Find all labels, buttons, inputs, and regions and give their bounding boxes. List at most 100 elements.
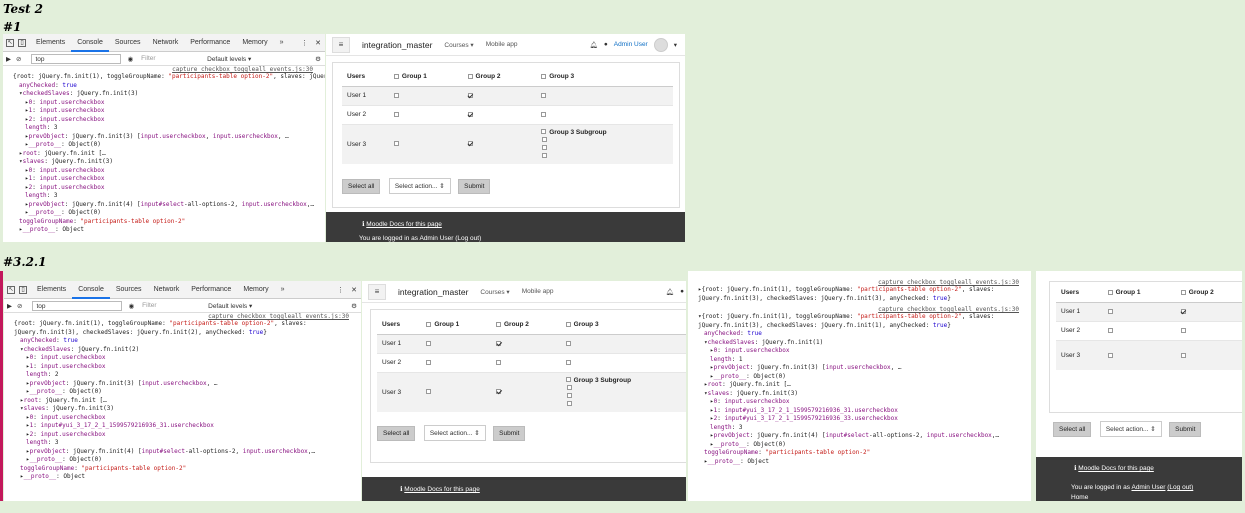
user-group-checkbox[interactable] — [541, 92, 547, 98]
console-line[interactable]: ▸__proto__: Object — [14, 473, 361, 482]
user-group-checkbox[interactable] — [565, 359, 571, 365]
console-line[interactable]: ▸__proto__: Object(0) — [14, 456, 361, 465]
console-line[interactable]: ▸0: input.usercheckbox — [13, 167, 325, 176]
tab-elements[interactable]: Elements — [31, 281, 72, 299]
clear-console-icon[interactable]: ⊘ — [16, 55, 21, 63]
console-line[interactable]: ▾checkedSlaves: jQuery.fn.init(3) — [13, 90, 325, 99]
courses-menu[interactable]: Courses ▾ — [444, 41, 473, 49]
console-line[interactable]: ▸1: input.usercheckbox — [13, 175, 325, 184]
console-line[interactable]: ▸0: input.usercheckbox — [698, 347, 1031, 356]
console-line[interactable]: ▸1: input#yui_3_17_2_1_1599579216936_31.… — [14, 422, 361, 431]
user-group-checkbox[interactable] — [1107, 308, 1113, 314]
console-line[interactable]: ▾{root: jQuery.fn.init(1), toggleGroupNa… — [698, 313, 1031, 322]
user-group-checkbox[interactable] — [393, 111, 399, 117]
logged-user-link[interactable]: Admin User — [1131, 484, 1165, 491]
console-line[interactable]: ▸root: jQuery.fn.init [… — [14, 397, 361, 406]
tab-performance[interactable]: Performance — [185, 281, 237, 299]
menu-icon[interactable]: ≡ — [368, 283, 386, 300]
tab-sources[interactable]: Sources — [109, 34, 147, 52]
user-group-checkbox[interactable] — [426, 359, 432, 365]
user-group-checkbox[interactable] — [1180, 327, 1186, 333]
console-line[interactable]: ▸1: input.usercheckbox — [13, 107, 325, 116]
tab-performance[interactable]: Performance — [184, 34, 236, 52]
user-group-checkbox[interactable] — [496, 359, 501, 365]
context-select[interactable]: top — [31, 53, 122, 64]
close-icon[interactable]: ✕ — [315, 39, 321, 47]
user-group-checkbox[interactable] — [467, 141, 473, 147]
submit-button[interactable]: Submit — [458, 178, 491, 194]
select-all-button[interactable]: Select all — [377, 425, 416, 441]
console-line[interactable]: ▸0: input.usercheckbox — [13, 99, 325, 108]
tab-memory[interactable]: Memory — [237, 281, 274, 299]
console-line[interactable]: ▾slaves: jQuery.fn.init(3) — [14, 405, 361, 414]
user-group-checkbox[interactable] — [496, 389, 501, 395]
console-source-link[interactable]: capture_checkbox_toggleall_events.js:30 — [688, 279, 1031, 286]
moodle-docs-link[interactable]: Moodle Docs for this page — [366, 221, 442, 228]
chevron-down-icon[interactable]: ▾ — [674, 41, 677, 49]
user-group-checkbox[interactable] — [393, 141, 399, 147]
console-line[interactable]: ▸2: input.usercheckbox — [13, 184, 325, 193]
kebab-menu-icon[interactable]: ⋮ — [301, 39, 308, 47]
console-source-link-2[interactable]: capture_checkbox_toggleall_events.js:30 — [688, 306, 1031, 313]
console-line[interactable]: ▸1: input.usercheckbox — [14, 363, 361, 372]
user-menu[interactable]: 🔔︎ ● — [666, 288, 684, 296]
close-icon[interactable]: ✕ — [351, 286, 357, 294]
site-name[interactable]: integration_master — [362, 40, 432, 50]
user-name[interactable]: Admin User — [614, 41, 648, 48]
select-all-group-2-checkbox[interactable] — [496, 322, 501, 328]
select-all-group-1-checkbox[interactable] — [393, 74, 399, 80]
inspect-icon[interactable]: ↖ — [6, 38, 14, 47]
console-line[interactable]: ▸1: input#yui_3_17_2_1_1599579216936_31.… — [698, 407, 1031, 416]
more-tabs-button[interactable]: » — [275, 281, 291, 299]
subgroup-checkbox[interactable] — [542, 145, 548, 151]
user-menu[interactable]: 🔔︎ ● Admin User ▾ — [590, 37, 677, 52]
subgroup-checkbox[interactable] — [566, 393, 572, 399]
eye-icon[interactable]: ◉ — [127, 55, 133, 63]
message-icon[interactable]: ● — [680, 288, 684, 295]
console-line[interactable]: ▸prevObject: jQuery.fn.init(4) [input#se… — [698, 432, 1031, 441]
console-line[interactable]: ▾checkedSlaves: jQuery.fn.init(1) — [698, 339, 1031, 348]
device-toolbar-icon[interactable]: ▯ — [19, 285, 27, 294]
group-3-checkbox[interactable] — [565, 377, 571, 383]
console-line[interactable]: ▸0: input.usercheckbox — [698, 398, 1031, 407]
bell-icon[interactable]: 🔔︎ — [590, 41, 598, 49]
kebab-menu-icon[interactable]: ⋮ — [337, 286, 344, 294]
gear-icon[interactable]: ⚙ — [315, 55, 321, 63]
user-group-checkbox[interactable] — [393, 92, 399, 98]
context-select[interactable]: top — [32, 300, 123, 311]
select-all-group-3-checkbox[interactable] — [541, 74, 547, 80]
user-group-checkbox[interactable] — [496, 340, 501, 346]
select-all-group-1-checkbox[interactable] — [1107, 290, 1113, 296]
select-all-group-3-checkbox[interactable] — [565, 322, 571, 328]
console-line[interactable]: ▸0: input.usercheckbox — [14, 354, 361, 363]
clear-console-icon[interactable]: ⊘ — [17, 302, 22, 310]
console-line[interactable]: ▾slaves: jQuery.fn.init(3) — [13, 158, 325, 167]
group-3-checkbox[interactable] — [541, 129, 547, 135]
console-line[interactable]: ▸root: jQuery.fn.init [… — [698, 381, 1031, 390]
select-all-group-2-checkbox[interactable] — [467, 74, 473, 80]
log-levels-select[interactable]: Default levels ▾ — [208, 302, 252, 310]
user-group-checkbox[interactable] — [426, 340, 432, 346]
console-source-link[interactable]: capture_checkbox_toggleall_events.js:30 — [3, 66, 325, 73]
console-line[interactable]: ▸0: input.usercheckbox — [14, 414, 361, 423]
home-link[interactable]: Home — [1071, 494, 1088, 501]
user-group-checkbox[interactable] — [1180, 352, 1186, 358]
tab-network[interactable]: Network — [147, 34, 185, 52]
select-all-group-2-checkbox[interactable] — [1180, 290, 1186, 296]
select-all-button[interactable]: Select all — [342, 178, 381, 194]
console-line[interactable]: ▸root: jQuery.fn.init [… — [13, 150, 325, 159]
subgroup-checkbox[interactable] — [542, 137, 548, 143]
sidebar-toggle-icon[interactable]: ▶ — [7, 302, 12, 310]
console-line[interactable]: ▸__proto__: Object(0) — [698, 441, 1031, 450]
console-line[interactable]: ▸2: input.usercheckbox — [14, 431, 361, 440]
subgroup-checkbox[interactable] — [542, 153, 548, 159]
eye-icon[interactable]: ◉ — [128, 302, 134, 310]
console-line[interactable]: ▸prevObject: jQuery.fn.init(3) [input.us… — [698, 364, 1031, 373]
submit-button[interactable]: Submit — [493, 425, 526, 441]
user-group-checkbox[interactable] — [565, 340, 571, 346]
tab-network[interactable]: Network — [148, 281, 186, 299]
console-line[interactable]: ▾slaves: jQuery.fn.init(3) — [698, 390, 1031, 399]
console-line[interactable]: ▸prevObject: jQuery.fn.init(3) [input.us… — [14, 380, 361, 389]
select-all-button[interactable]: Select all — [1053, 422, 1092, 437]
moodle-docs-link[interactable]: Moodle Docs for this page — [404, 486, 480, 493]
